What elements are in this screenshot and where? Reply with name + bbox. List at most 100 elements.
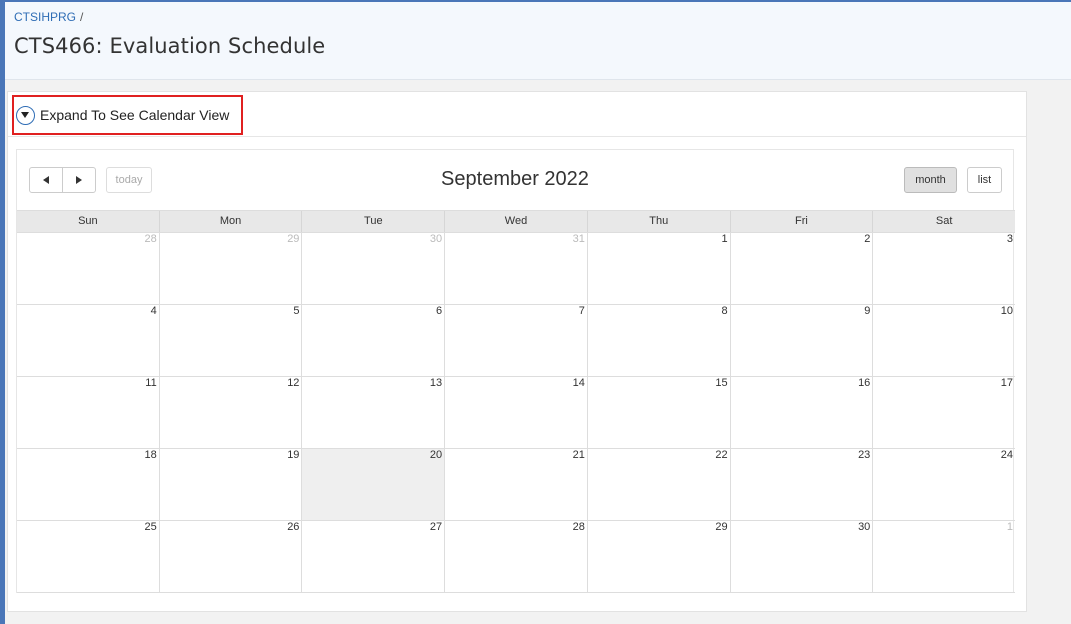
calendar-day-cell[interactable]: 23 <box>731 449 874 520</box>
calendar-day-cell[interactable]: 29 <box>160 233 303 304</box>
day-number[interactable]: 27 <box>430 521 442 533</box>
calendar-day-cell[interactable]: 12 <box>160 377 303 448</box>
breadcrumb: CTSIHPRG / <box>14 10 83 24</box>
calendar-grid: Sun Mon Tue Wed Thu Fri Sat 28 29 30 31 1 2 3 4… <box>17 210 1015 593</box>
day-number[interactable]: 24 <box>1001 449 1013 461</box>
calendar-region: Expand To See Calendar View today Septem… <box>7 91 1027 612</box>
calendar-day-cell[interactable]: 30 <box>302 233 446 304</box>
calendar-day-cell[interactable]: 28 <box>17 233 160 304</box>
day-number[interactable]: 23 <box>858 449 870 461</box>
calendar-day-cell[interactable]: 1 <box>588 233 731 304</box>
calendar-day-cell[interactable]: 8 <box>588 305 731 376</box>
expand-calendar-toggle[interactable]: Expand To See Calendar View <box>12 95 243 135</box>
day-number[interactable]: 31 <box>573 233 585 245</box>
day-number[interactable]: 28 <box>144 233 156 245</box>
day-of-week-header: Sun Mon Tue Wed Thu Fri Sat <box>17 210 1015 233</box>
calendar-day-cell[interactable]: 29 <box>588 521 731 592</box>
day-number[interactable]: 25 <box>144 521 156 533</box>
day-number[interactable]: 1 <box>721 233 727 245</box>
calendar-day-cell[interactable]: 22 <box>588 449 731 520</box>
day-number[interactable]: 14 <box>573 377 585 389</box>
day-number[interactable]: 10 <box>1001 305 1013 317</box>
calendar-day-cell[interactable]: 4 <box>17 305 160 376</box>
calendar-day-cell[interactable]: 26 <box>160 521 303 592</box>
calendar-day-cell[interactable]: 30 <box>731 521 874 592</box>
breadcrumb-link-ctsihprg[interactable]: CTSIHPRG <box>14 10 76 24</box>
calendar-day-cell[interactable]: 1 <box>873 521 1015 592</box>
region-header: Expand To See Calendar View <box>8 92 1026 137</box>
calendar-day-cell[interactable]: 14 <box>445 377 588 448</box>
day-number[interactable]: 22 <box>715 449 727 461</box>
page-header: CTSIHPRG / CTS466: Evaluation Schedule <box>5 2 1071 80</box>
calendar-day-cell[interactable]: 5 <box>160 305 303 376</box>
day-number[interactable]: 29 <box>715 521 727 533</box>
day-number[interactable]: 6 <box>436 305 442 317</box>
day-number[interactable]: 19 <box>287 449 299 461</box>
calendar-day-cell[interactable]: 13 <box>302 377 446 448</box>
calendar-week-row: 18 19 20 21 22 23 24 <box>17 449 1015 521</box>
breadcrumb-separator: / <box>80 10 84 24</box>
day-number[interactable]: 30 <box>430 233 442 245</box>
calendar-toolbar: today September 2022 month list <box>17 150 1013 210</box>
month-view-button[interactable]: month <box>904 167 957 193</box>
calendar-day-cell[interactable]: 27 <box>302 521 446 592</box>
day-number[interactable]: 28 <box>573 521 585 533</box>
calendar-day-cell[interactable]: 18 <box>17 449 160 520</box>
dow-thu: Thu <box>588 211 731 232</box>
dow-sat: Sat <box>935 215 953 227</box>
calendar-week-row: 4 5 6 7 8 9 10 <box>17 305 1015 377</box>
calendar-day-cell[interactable]: 24 <box>873 449 1015 520</box>
calendar-weeks: 28 29 30 31 1 2 3 4 5 6 7 8 9 10 11 12 13 14 15 16 17 18 19 20 2… <box>17 233 1015 593</box>
expand-chevron-down-icon[interactable] <box>16 106 35 125</box>
page-title: CTS466: Evaluation Schedule <box>14 34 326 58</box>
calendar-day-cell[interactable]: 7 <box>445 305 588 376</box>
day-number[interactable]: 7 <box>579 305 585 317</box>
day-number[interactable]: 3 <box>1007 233 1013 245</box>
calendar-day-cell-today[interactable]: 20 <box>302 449 446 520</box>
day-number[interactable]: 2 <box>864 233 870 245</box>
calendar-day-cell[interactable]: 9 <box>731 305 874 376</box>
calendar-day-cell[interactable]: 3 <box>873 233 1015 304</box>
day-number[interactable]: 30 <box>858 521 870 533</box>
day-number[interactable]: 18 <box>144 449 156 461</box>
calendar-day-cell[interactable]: 6 <box>302 305 446 376</box>
calendar-title: September 2022 <box>441 168 589 190</box>
day-number[interactable]: 12 <box>287 377 299 389</box>
day-number[interactable]: 13 <box>430 377 442 389</box>
day-number[interactable]: 15 <box>715 377 727 389</box>
day-number[interactable]: 1 <box>1007 521 1013 533</box>
day-number[interactable]: 4 <box>151 305 157 317</box>
day-number[interactable]: 16 <box>858 377 870 389</box>
calendar-day-cell[interactable]: 17 <box>873 377 1015 448</box>
calendar: today September 2022 month list Sun Mon … <box>16 149 1015 593</box>
dow-sun: Sun <box>17 211 160 232</box>
calendar-day-cell[interactable]: 16 <box>731 377 874 448</box>
calendar-day-cell[interactable]: 19 <box>160 449 303 520</box>
day-number[interactable]: 20 <box>430 449 442 461</box>
dow-wed: Wed <box>445 211 588 232</box>
day-number[interactable]: 11 <box>145 377 156 389</box>
calendar-day-cell[interactable]: 2 <box>731 233 874 304</box>
day-number[interactable]: 26 <box>287 521 299 533</box>
dow-fri: Fri <box>731 211 874 232</box>
day-number[interactable]: 8 <box>721 305 727 317</box>
dow-mon: Mon <box>160 211 303 232</box>
calendar-day-cell[interactable]: 10 <box>873 305 1015 376</box>
day-number[interactable]: 29 <box>287 233 299 245</box>
calendar-week-row: 28 29 30 31 1 2 3 <box>17 233 1015 305</box>
day-number[interactable]: 9 <box>864 305 870 317</box>
calendar-week-row: 11 12 13 14 15 16 17 <box>17 377 1015 449</box>
expand-label[interactable]: Expand To See Calendar View <box>40 107 229 123</box>
calendar-day-cell[interactable]: 25 <box>17 521 160 592</box>
dow-tue: Tue <box>302 211 446 232</box>
day-number[interactable]: 5 <box>293 305 299 317</box>
calendar-day-cell[interactable]: 15 <box>588 377 731 448</box>
calendar-week-row: 25 26 27 28 29 30 1 <box>17 521 1015 593</box>
day-number[interactable]: 17 <box>1001 377 1013 389</box>
day-number[interactable]: 21 <box>573 449 585 461</box>
calendar-day-cell[interactable]: 11 <box>17 377 160 448</box>
list-view-button[interactable]: list <box>967 167 1002 193</box>
calendar-day-cell[interactable]: 31 <box>445 233 588 304</box>
calendar-day-cell[interactable]: 21 <box>445 449 588 520</box>
calendar-day-cell[interactable]: 28 <box>445 521 588 592</box>
